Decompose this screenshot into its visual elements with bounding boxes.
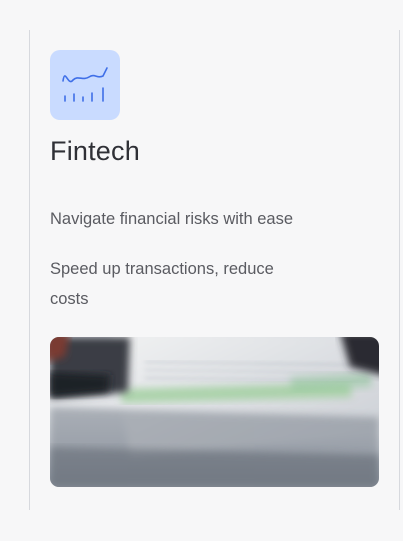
- card-title: Fintech: [50, 136, 140, 166]
- fintech-photo: [50, 337, 379, 487]
- feature-risk: Navigate financial risks with ease: [50, 210, 294, 228]
- feature-transactions: Speed up transactions, reduce costs: [50, 260, 274, 308]
- column-divider-left: [29, 30, 30, 510]
- chart-trend-icon-graphic: [62, 67, 108, 102]
- column-divider-right: [399, 30, 400, 510]
- chart-trend-icon: [50, 50, 120, 120]
- fintech-card: Fintech Navigate financial risks with ea…: [50, 50, 379, 487]
